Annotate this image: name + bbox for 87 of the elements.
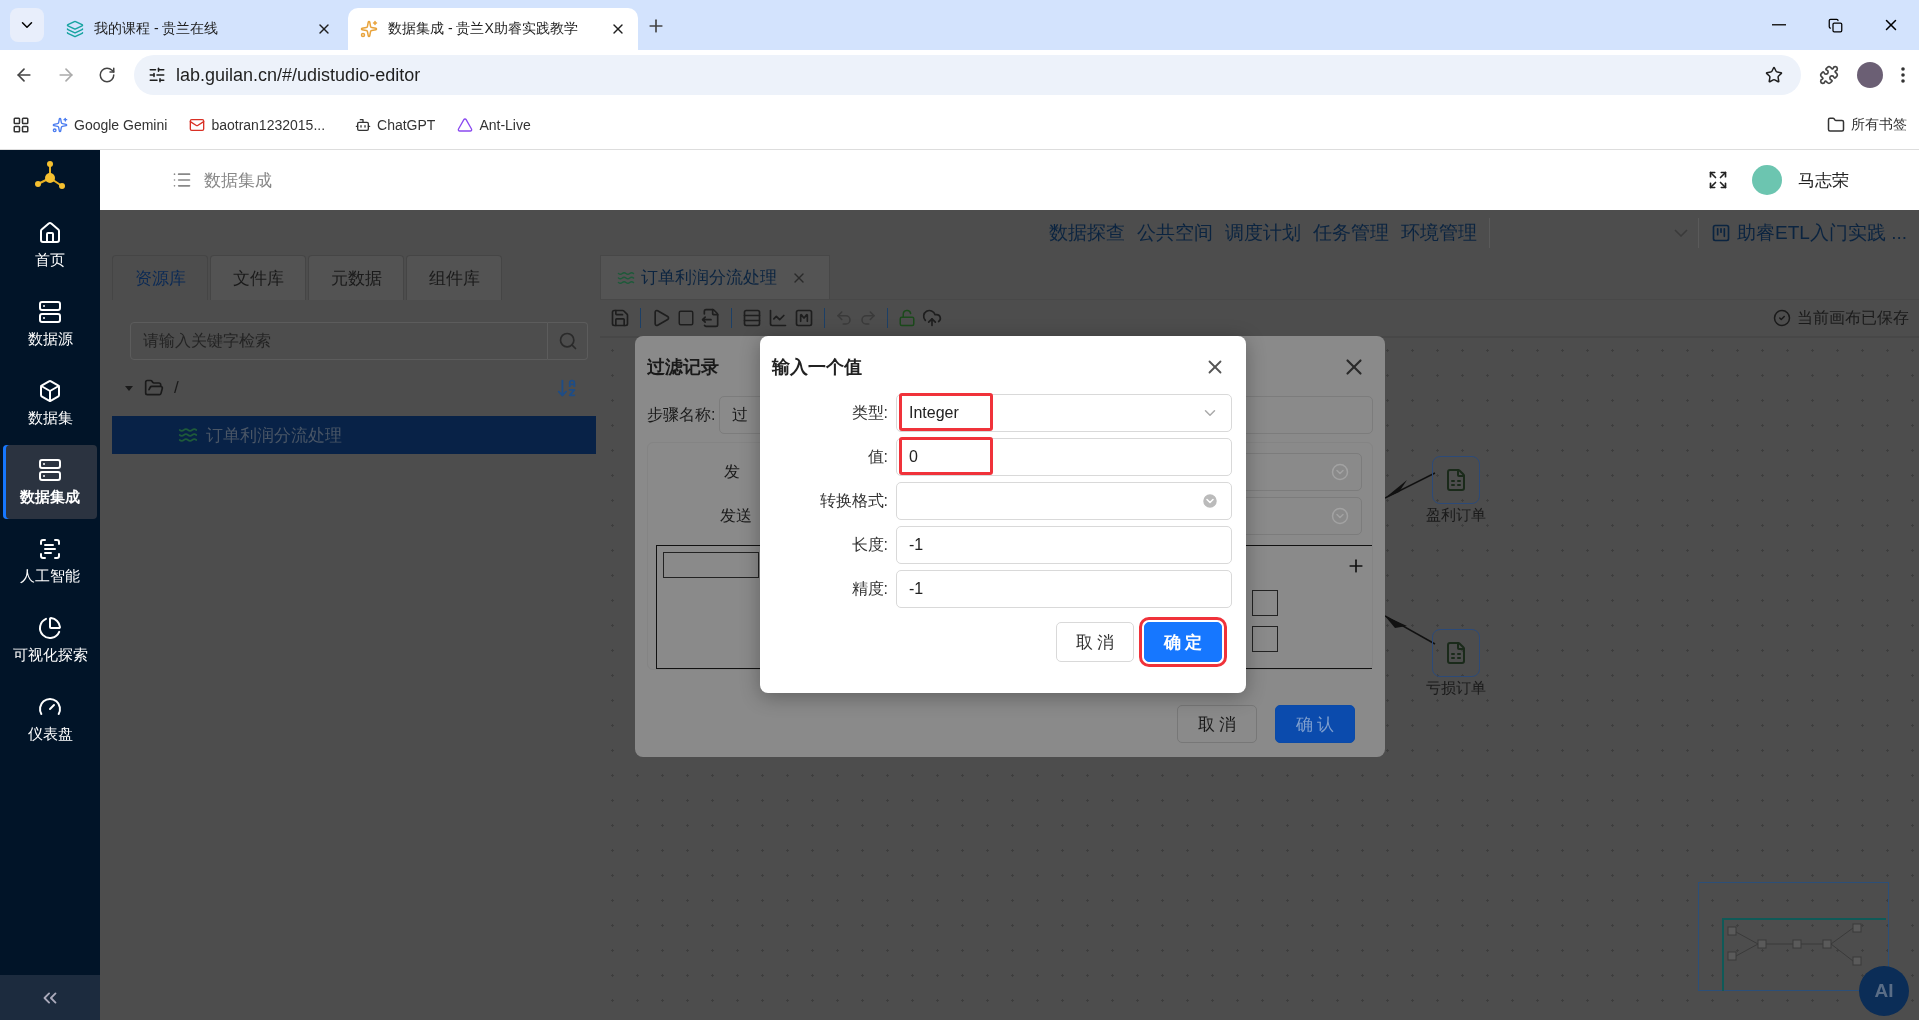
chart-line-icon[interactable] xyxy=(768,308,788,328)
sidebar-item[interactable]: 人工智能 xyxy=(3,524,97,598)
chevron-icon xyxy=(1331,507,1349,525)
sidebar-item[interactable]: 可视化探索 xyxy=(3,603,97,677)
check-icon xyxy=(1773,309,1791,327)
sparkle-icon xyxy=(52,116,68,133)
user-avatar xyxy=(1752,165,1782,195)
unlock-icon[interactable] xyxy=(898,309,916,327)
scan-icon xyxy=(38,536,62,561)
restore-icon xyxy=(1827,17,1843,33)
reload-icon xyxy=(98,66,116,84)
field-label: 转换格式: xyxy=(818,490,889,511)
fullscreen-icon[interactable] xyxy=(1708,170,1728,190)
spreadsheet-icon xyxy=(1444,468,1468,492)
type-select[interactable]: Integer xyxy=(896,394,1232,432)
input-field[interactable]: -1 xyxy=(896,526,1232,564)
bot-icon xyxy=(355,116,372,133)
apps-icon[interactable] xyxy=(12,115,30,134)
connector-arrow xyxy=(1385,472,1436,499)
cancel-button[interactable]: 取 消 xyxy=(1177,705,1257,743)
menu-icon xyxy=(1901,67,1905,83)
sidebar-item[interactable]: 数据集成 xyxy=(3,445,97,519)
flow-node[interactable] xyxy=(1432,456,1480,504)
square-m-icon[interactable] xyxy=(794,308,814,328)
field-label: 发 xyxy=(723,461,741,482)
puzzle-icon xyxy=(1819,65,1839,85)
user-name: 马志荣 xyxy=(1798,169,1849,192)
field-label: 精度: xyxy=(850,578,889,599)
sidebar-item[interactable]: 仪表盘 xyxy=(3,682,97,756)
empty-cell xyxy=(1252,590,1278,616)
server-icon xyxy=(38,457,62,482)
search-button[interactable] xyxy=(548,322,588,360)
folder-icon xyxy=(1827,115,1845,134)
field-label: 值: xyxy=(866,446,889,467)
rows-icon[interactable] xyxy=(742,308,762,328)
list-icon xyxy=(172,170,192,190)
bookmark-link[interactable]: Google Gemini xyxy=(52,116,168,133)
profile-avatar[interactable] xyxy=(1857,62,1883,88)
sidebar-item[interactable]: 首页 xyxy=(3,208,97,282)
dialog-title: 过滤记录 xyxy=(647,356,719,379)
dialog-title: 输入一个值 xyxy=(772,356,862,379)
flow-node[interactable] xyxy=(1432,629,1480,677)
spreadsheet-icon xyxy=(1444,641,1468,665)
empty-cell xyxy=(1252,626,1278,652)
layers-icon xyxy=(66,20,84,38)
field-label: 长度: xyxy=(850,534,889,555)
search-icon xyxy=(557,331,578,351)
input-field[interactable]: -1 xyxy=(896,570,1232,608)
stop-icon[interactable] xyxy=(677,309,695,327)
waves-icon xyxy=(178,425,198,445)
address-bar[interactable]: lab.guilan.cn/#/udistudio-editor xyxy=(134,55,1801,95)
kanban-icon xyxy=(1711,222,1732,243)
field-label: 步骤名称: xyxy=(647,404,716,425)
all-bookmarks-link[interactable]: 所有书签 xyxy=(1827,115,1907,134)
logo-icon xyxy=(360,20,378,38)
mail-icon xyxy=(189,116,206,133)
bookmark-link[interactable]: ChatGPT xyxy=(355,116,436,133)
triangle-icon xyxy=(457,116,474,133)
site-settings-icon[interactable] xyxy=(148,66,166,84)
cube-icon xyxy=(38,378,62,403)
tab-title: 我的课程 - 贵兰在线 xyxy=(94,20,220,38)
server-icon xyxy=(38,299,62,324)
tab-list-button[interactable] xyxy=(10,8,44,42)
folder-icon xyxy=(144,378,164,398)
input-field[interactable]: 0 xyxy=(896,438,1232,476)
browser-tab[interactable]: 数据集成 - 贵兰X助睿实践教学 xyxy=(348,8,638,50)
tab-title: 数据集成 - 贵兰X助睿实践教学 xyxy=(388,20,579,38)
bookmark-link[interactable]: baotran1232015... xyxy=(189,116,326,133)
page-title: 数据集成 xyxy=(204,169,272,192)
upload-icon[interactable] xyxy=(922,308,942,328)
pie-chart-icon xyxy=(38,615,62,640)
cancel-button[interactable]: 取 消 xyxy=(1056,622,1134,662)
file-output-icon[interactable] xyxy=(701,308,721,328)
browser-tab[interactable]: 我的课程 - 贵兰在线 xyxy=(54,8,344,50)
bookmark-link[interactable]: Ant-Live xyxy=(457,116,531,133)
field-label: 发送 xyxy=(719,505,752,526)
save-icon[interactable] xyxy=(610,308,630,328)
field-label: 类型: xyxy=(850,402,889,423)
chevron-icon xyxy=(1331,463,1349,481)
connector-arrow xyxy=(1385,615,1436,645)
home-icon xyxy=(38,220,62,245)
chevron-icon xyxy=(1201,492,1219,510)
sidebar-item[interactable]: 数据集 xyxy=(3,366,97,440)
minimize-icon xyxy=(1772,24,1786,26)
play-icon[interactable] xyxy=(651,308,671,328)
bookmark-star-icon[interactable] xyxy=(1765,66,1783,84)
sidebar-item[interactable]: 数据源 xyxy=(3,287,97,361)
